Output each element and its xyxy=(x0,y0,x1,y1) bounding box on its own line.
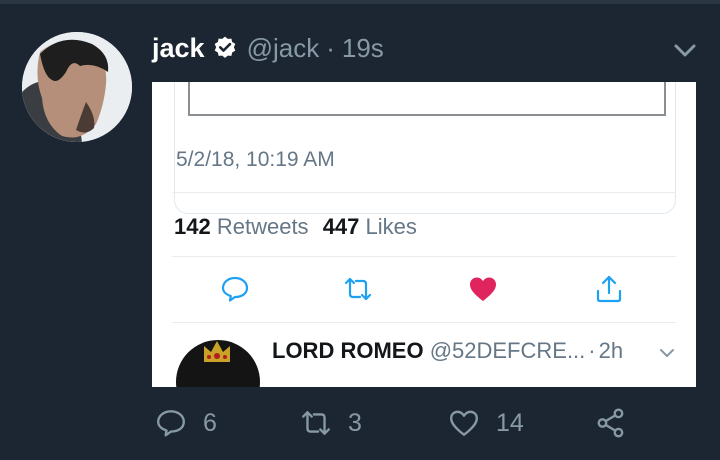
author-handle[interactable]: @jack xyxy=(247,33,320,64)
chevron-down-icon[interactable] xyxy=(670,36,700,64)
embedded-screenshot[interactable]: 5/2/18, 10:19 AM 142 Retweets 447 Likes … xyxy=(152,82,696,387)
likes-label: Likes xyxy=(365,214,417,239)
like-action[interactable]: 14 xyxy=(448,407,524,439)
retweet-action[interactable]: 3 xyxy=(300,407,362,439)
share-action[interactable] xyxy=(595,407,627,439)
heart-icon[interactable] xyxy=(448,407,480,439)
quoted-media-box xyxy=(188,82,666,116)
reply-header: LORD ROMEO @52DEFCRE... · 2h xyxy=(272,338,623,364)
divider xyxy=(172,192,676,193)
engagement-stats: 142 Retweets 447 Likes xyxy=(174,214,417,240)
embedded-reply-icon xyxy=(221,276,249,302)
reply-author-name: LORD ROMEO xyxy=(272,338,424,363)
verified-badge-icon xyxy=(214,36,235,58)
embedded-retweet-icon xyxy=(344,277,372,301)
avatar-photo xyxy=(22,32,132,142)
divider xyxy=(172,322,676,323)
likes-count: 447 xyxy=(322,214,360,239)
retweets-label: Retweets xyxy=(216,214,309,239)
like-count: 14 xyxy=(496,408,524,437)
author-avatar[interactable] xyxy=(22,32,132,142)
reply-author-handle: @52DEFCRE... xyxy=(429,338,586,363)
crown-icon xyxy=(204,341,230,362)
embedded-timestamp: 5/2/18, 10:19 AM xyxy=(176,148,335,171)
embedded-share-icon xyxy=(596,275,622,303)
header-separator: · xyxy=(326,32,335,63)
author-name[interactable]: jack xyxy=(152,33,205,64)
retweets-count: 142 xyxy=(174,214,211,239)
reply-chevron-down-icon xyxy=(660,349,674,357)
embedded-like-icon xyxy=(470,277,496,301)
reply-icon[interactable] xyxy=(155,407,187,439)
tweet-header: jack @jack · 19s xyxy=(152,28,384,68)
share-icon[interactable] xyxy=(595,407,627,439)
reply-count: 6 xyxy=(203,408,217,437)
reply-time: 2h xyxy=(598,338,624,363)
reply-action[interactable]: 6 xyxy=(155,407,217,439)
retweet-icon[interactable] xyxy=(300,407,332,439)
top-divider xyxy=(0,0,720,4)
retweet-count: 3 xyxy=(348,408,362,437)
reply-separator: · xyxy=(588,338,596,363)
tweet-time[interactable]: 19s xyxy=(342,33,384,64)
divider xyxy=(172,256,676,257)
